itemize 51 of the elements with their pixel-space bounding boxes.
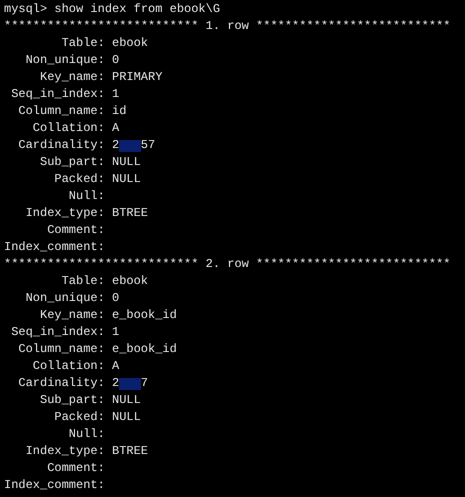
field-value: 2 <box>112 375 120 392</box>
field-label: Collation: <box>32 120 105 137</box>
field-label: Index_type: <box>24 443 105 460</box>
field-label: Key_name: <box>39 69 105 86</box>
field-value: NULL <box>112 171 141 188</box>
field-label: Packed: <box>53 171 105 188</box>
field-value: ebook <box>112 273 148 290</box>
field-value: 2 <box>112 137 120 154</box>
field-label: Null: <box>68 188 105 205</box>
field-label: Table: <box>60 273 105 290</box>
field-label: Index_comment: <box>4 477 105 494</box>
field-value: 57 <box>140 137 156 154</box>
field-value: 1 <box>112 324 120 341</box>
field-value: 1 <box>112 86 120 103</box>
field-value: BTREE <box>112 205 148 222</box>
field-value: NULL <box>112 392 141 409</box>
field-label: Non_unique: <box>24 290 105 307</box>
field-label: Column_name: <box>17 341 105 358</box>
field-label: Seq_in_index: <box>10 86 105 103</box>
field-label: Index_comment: <box>4 239 105 256</box>
field-value: BTREE <box>112 443 148 460</box>
command-line: mysql> show index from ebook\G <box>4 1 222 18</box>
field-value: 0 <box>112 52 120 69</box>
field-value: A <box>112 358 120 375</box>
field-label: Non_unique: <box>24 52 105 69</box>
field-label: Null: <box>68 426 105 443</box>
field-value: PRIMARY <box>112 69 162 86</box>
field-label: Collation: <box>32 358 105 375</box>
field-label: Column_name: <box>17 103 105 120</box>
row-separator: *************************** 2. row *************************** <box>4 256 452 273</box>
field-value: e_book_id <box>112 307 177 324</box>
field-label: Sub_part: <box>39 154 105 171</box>
field-label: Comment: <box>46 460 105 477</box>
field-value: A <box>112 120 120 137</box>
field-value: NULL <box>112 154 141 171</box>
field-label: Key_name: <box>39 307 105 324</box>
field-value: e_book_id <box>112 341 177 358</box>
field-value: ebook <box>112 35 148 52</box>
field-value: NULL <box>112 409 141 426</box>
field-label: Index_type: <box>24 205 105 222</box>
row-separator: *************************** 1. row *************************** <box>4 18 452 35</box>
field-value: id <box>112 103 126 120</box>
field-label: Packed: <box>53 409 105 426</box>
field-label: Cardinality: <box>17 375 105 392</box>
field-value: 7 <box>140 375 148 392</box>
field-label: Table: <box>60 35 105 52</box>
field-label: Cardinality: <box>17 137 105 154</box>
field-label: Comment: <box>46 222 105 239</box>
field-label: Seq_in_index: <box>10 324 105 341</box>
field-value: 0 <box>112 290 120 307</box>
field-label: Sub_part: <box>39 392 105 409</box>
